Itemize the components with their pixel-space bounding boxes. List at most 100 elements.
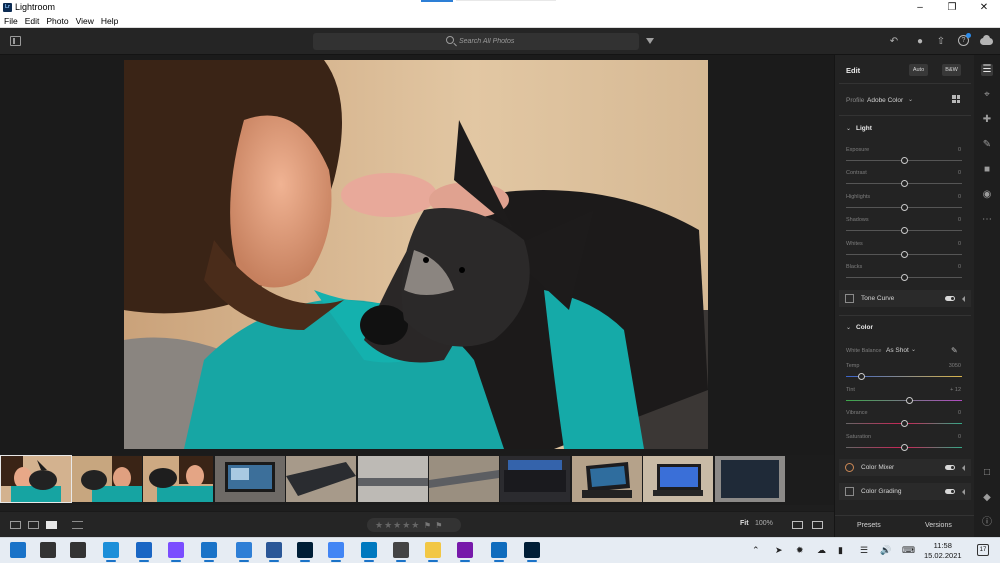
blacks-slider-thumb[interactable] xyxy=(900,274,908,281)
filmstrip-thumbnail[interactable] xyxy=(715,456,785,502)
slider-value[interactable]: 3050 xyxy=(949,363,961,369)
profile-browser-icon[interactable] xyxy=(952,95,960,103)
settings-tray-icon[interactable]: ✹ xyxy=(796,545,804,556)
shadows-slider-thumb[interactable] xyxy=(900,227,908,234)
bw-button[interactable]: B&W xyxy=(942,64,961,76)
comment-icon[interactable]: □ xyxy=(981,467,993,479)
slider-value[interactable]: 0 xyxy=(958,410,961,416)
detail-view-icon[interactable] xyxy=(46,521,57,529)
white-balance-dropdown[interactable]: As Shot xyxy=(886,347,909,354)
onedrive-icon[interactable]: ☁ xyxy=(817,545,826,556)
notification-bell-icon[interactable]: ● xyxy=(914,36,926,48)
healing-icon[interactable]: ✚ xyxy=(981,114,993,126)
taskbar-file-explorer-doc-icon[interactable] xyxy=(236,542,252,562)
radial-gradient-icon[interactable]: ◉ xyxy=(981,189,993,201)
taskbar-task-view-icon[interactable] xyxy=(70,542,86,558)
profile-dropdown[interactable]: Adobe Color xyxy=(867,97,903,104)
rating-stars[interactable]: ★★★★★ xyxy=(375,520,420,530)
chevron-down-icon[interactable]: ⌄ xyxy=(846,324,851,331)
filmstrip-thumbnail[interactable] xyxy=(572,456,642,502)
auto-button[interactable]: Auto xyxy=(909,64,928,76)
volume-icon[interactable]: 🔊 xyxy=(880,545,891,556)
sort-icon[interactable] xyxy=(72,521,83,529)
zoom-level[interactable]: 100% xyxy=(755,520,773,527)
edit-sliders-icon[interactable]: ☰ xyxy=(981,64,993,76)
versions-button[interactable]: Versions xyxy=(925,522,952,529)
slider-value[interactable]: 0 xyxy=(958,434,961,440)
vibrance-slider-thumb[interactable] xyxy=(900,420,908,427)
taskbar-onenote-icon[interactable] xyxy=(457,542,473,562)
taskbar-translate-icon[interactable] xyxy=(328,542,344,562)
brush-icon[interactable]: ✎ xyxy=(981,139,993,151)
fit-label[interactable]: Fit xyxy=(740,520,749,527)
taskbar-edge-icon[interactable] xyxy=(103,542,119,562)
taskbar-file-explorer-icon[interactable] xyxy=(425,542,441,562)
wifi-icon[interactable]: ☰ xyxy=(860,545,868,556)
taskbar-messenger-icon[interactable] xyxy=(168,542,184,562)
more-options-icon[interactable]: ⋯ xyxy=(981,214,993,226)
slider-value[interactable]: 0 xyxy=(958,170,961,176)
filmstrip-thumbnail[interactable] xyxy=(643,456,713,502)
crop-icon[interactable]: ⌖ xyxy=(981,89,993,101)
minimize-button[interactable]: – xyxy=(904,0,936,15)
expand-arrow-icon[interactable] xyxy=(962,465,965,471)
photo-canvas[interactable] xyxy=(0,55,834,455)
color-mixer-row[interactable]: Color Mixer xyxy=(839,459,971,476)
slider-value[interactable]: 0 xyxy=(958,147,961,153)
maximize-button[interactable]: ❐ xyxy=(936,0,968,15)
square-grid-icon[interactable] xyxy=(28,521,39,529)
taskbar-search-icon[interactable] xyxy=(40,542,56,558)
chevron-down-icon[interactable]: ⌄ xyxy=(846,125,851,132)
tint-slider-thumb[interactable] xyxy=(906,397,914,404)
tone-curve-toggle[interactable] xyxy=(945,296,955,301)
slider-value[interactable]: 0 xyxy=(958,241,961,247)
taskbar-mail-icon[interactable] xyxy=(136,542,152,562)
taskbar-chrome-like-icon[interactable] xyxy=(201,542,217,562)
highlights-slider-thumb[interactable] xyxy=(900,204,908,211)
menu-help[interactable]: Help xyxy=(101,15,118,27)
telegram-icon[interactable]: ➤ xyxy=(775,545,783,556)
slider-value[interactable]: 0 xyxy=(958,217,961,223)
panel-toggle-icon[interactable] xyxy=(10,36,21,46)
compare-icon[interactable] xyxy=(792,521,803,529)
slider-value[interactable]: 0 xyxy=(958,194,961,200)
eyedropper-icon[interactable]: ✎ xyxy=(951,346,958,355)
expand-arrow-icon[interactable] xyxy=(962,489,965,495)
light-section-title[interactable]: Light xyxy=(856,125,872,132)
search-input[interactable] xyxy=(459,35,579,48)
temp-slider-thumb[interactable] xyxy=(857,373,865,380)
taskbar-outlook-icon[interactable] xyxy=(491,542,507,562)
cloud-sync-icon[interactable] xyxy=(980,35,993,45)
filmstrip-thumbnail[interactable] xyxy=(500,456,570,502)
filter-icon[interactable] xyxy=(646,38,654,44)
slider-value[interactable]: + 12 xyxy=(950,387,961,393)
taskbar-photoshop-icon[interactable] xyxy=(297,542,313,562)
menu-file[interactable]: File xyxy=(4,15,18,27)
clock[interactable]: 11:58 15.02.2021 xyxy=(924,541,962,561)
star-rating[interactable]: ★★★★★ ⚑ ⚑ xyxy=(367,518,461,532)
exposure-slider-thumb[interactable] xyxy=(900,157,908,164)
taskbar-trello-icon[interactable] xyxy=(361,542,377,562)
color-grading-toggle[interactable] xyxy=(945,489,955,494)
filmstrip-thumbnail[interactable] xyxy=(286,456,356,502)
linear-gradient-icon[interactable]: ■ xyxy=(981,164,993,176)
filmstrip-thumbnail[interactable] xyxy=(0,455,72,503)
filmstrip-thumbnail[interactable] xyxy=(72,456,142,502)
info-icon[interactable]: ⓘ xyxy=(981,517,993,529)
notification-center-icon[interactable]: 17 xyxy=(977,544,989,556)
tone-curve-row[interactable]: Tone Curve xyxy=(839,290,971,307)
tag-icon[interactable]: ◆ xyxy=(981,492,993,504)
battery-icon[interactable]: ▮ xyxy=(838,545,843,556)
share-icon[interactable]: ⇧ xyxy=(935,36,947,48)
saturation-slider-thumb[interactable] xyxy=(900,444,908,451)
filmstrip-thumbnail[interactable] xyxy=(143,456,213,502)
menu-view[interactable]: View xyxy=(76,15,94,27)
contrast-slider-thumb[interactable] xyxy=(900,180,908,187)
whites-slider-thumb[interactable] xyxy=(900,251,908,258)
chevron-up-icon[interactable]: ⌃ xyxy=(752,545,760,556)
menu-edit[interactable]: Edit xyxy=(25,15,40,27)
color-grading-row[interactable]: Color Grading xyxy=(839,483,971,500)
search-box[interactable] xyxy=(313,33,639,50)
taskbar-calculator-icon[interactable] xyxy=(393,542,409,562)
close-button[interactable]: ✕ xyxy=(968,0,1000,15)
